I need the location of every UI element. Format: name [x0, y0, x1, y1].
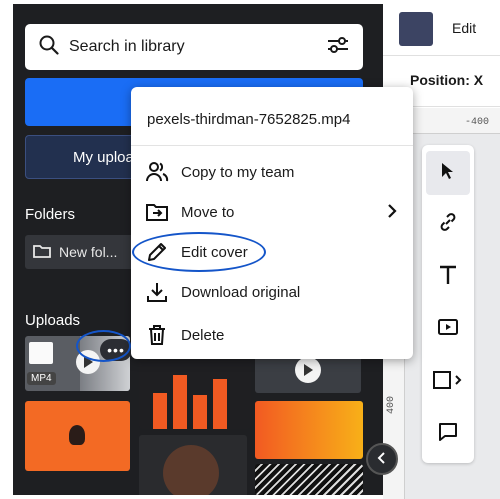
bar-chart-thumbnail[interactable] [139, 359, 251, 429]
gradient-thumbnail[interactable] [255, 401, 363, 459]
comment-icon [438, 422, 458, 447]
collapse-panel-button[interactable] [366, 443, 398, 475]
ruler-left-tick: 400 [386, 395, 397, 414]
search-icon [39, 35, 59, 60]
folder-icon [33, 244, 51, 261]
cursor-icon [441, 162, 455, 185]
cursor-tool[interactable] [426, 151, 470, 195]
link-icon [438, 212, 458, 237]
tool-palette [422, 145, 474, 463]
menu-item-label: Download original [181, 283, 301, 301]
chevron-left-icon [377, 451, 387, 467]
download-icon [145, 280, 169, 304]
edit-tab[interactable]: Edit [452, 20, 476, 36]
folder-label: New fol... [59, 244, 118, 260]
context-menu: pexels-thirdman-7652825.mp4 Copy to my t… [131, 87, 413, 359]
menu-item-copy-to-team[interactable]: Copy to my team [131, 154, 413, 190]
bar-graphic [153, 375, 227, 429]
annotation-circle [76, 330, 131, 362]
cover-thumbnail [29, 342, 53, 364]
menu-divider [131, 145, 413, 146]
folders-heading: Folders [25, 206, 76, 223]
position-label: Position: X [410, 72, 484, 88]
menu-item-delete[interactable]: Delete [131, 317, 413, 353]
uploads-heading: Uploads [25, 312, 81, 329]
move-folder-icon [145, 200, 169, 224]
menu-item-label: Move to [181, 203, 235, 221]
annotation-circle [132, 232, 266, 272]
menu-item-label: Delete [181, 326, 225, 344]
ruler-top-tick: -400 [465, 117, 490, 128]
link-tool[interactable] [426, 202, 470, 246]
search-placeholder: Search in library [69, 38, 185, 55]
media-tool[interactable] [426, 307, 470, 351]
pattern-thumbnail[interactable] [255, 464, 363, 495]
shape-icon [433, 370, 463, 394]
my-uploads-label: My uploa [73, 148, 134, 166]
image-thumbnail[interactable] [25, 401, 130, 471]
menu-item-download-original[interactable]: Download original [131, 274, 413, 310]
trash-icon [145, 323, 169, 347]
menu-item-move-to[interactable]: Move to [131, 194, 413, 230]
portrait-graphic [163, 445, 219, 495]
menu-item-label: Copy to my team [181, 163, 295, 181]
text-tool[interactable] [426, 255, 470, 299]
folder-item[interactable]: New fol... [25, 235, 137, 269]
ruler-horizontal: -400 [405, 108, 500, 134]
text-icon [439, 265, 457, 290]
search-input[interactable]: Search in library [25, 24, 363, 70]
comment-tool[interactable] [426, 412, 470, 456]
color-swatch[interactable] [399, 12, 433, 46]
chevron-right-icon [387, 203, 397, 224]
media-icon [438, 318, 458, 340]
shape-tool[interactable] [426, 360, 470, 404]
format-badge: MP4 [27, 372, 56, 385]
sliders-icon[interactable] [327, 36, 349, 59]
play-icon [295, 357, 321, 383]
figure-graphic [69, 425, 85, 445]
menu-file-title: pexels-thirdman-7652825.mp4 [147, 111, 351, 128]
team-icon [145, 160, 169, 184]
portrait-thumbnail[interactable] [139, 435, 247, 495]
